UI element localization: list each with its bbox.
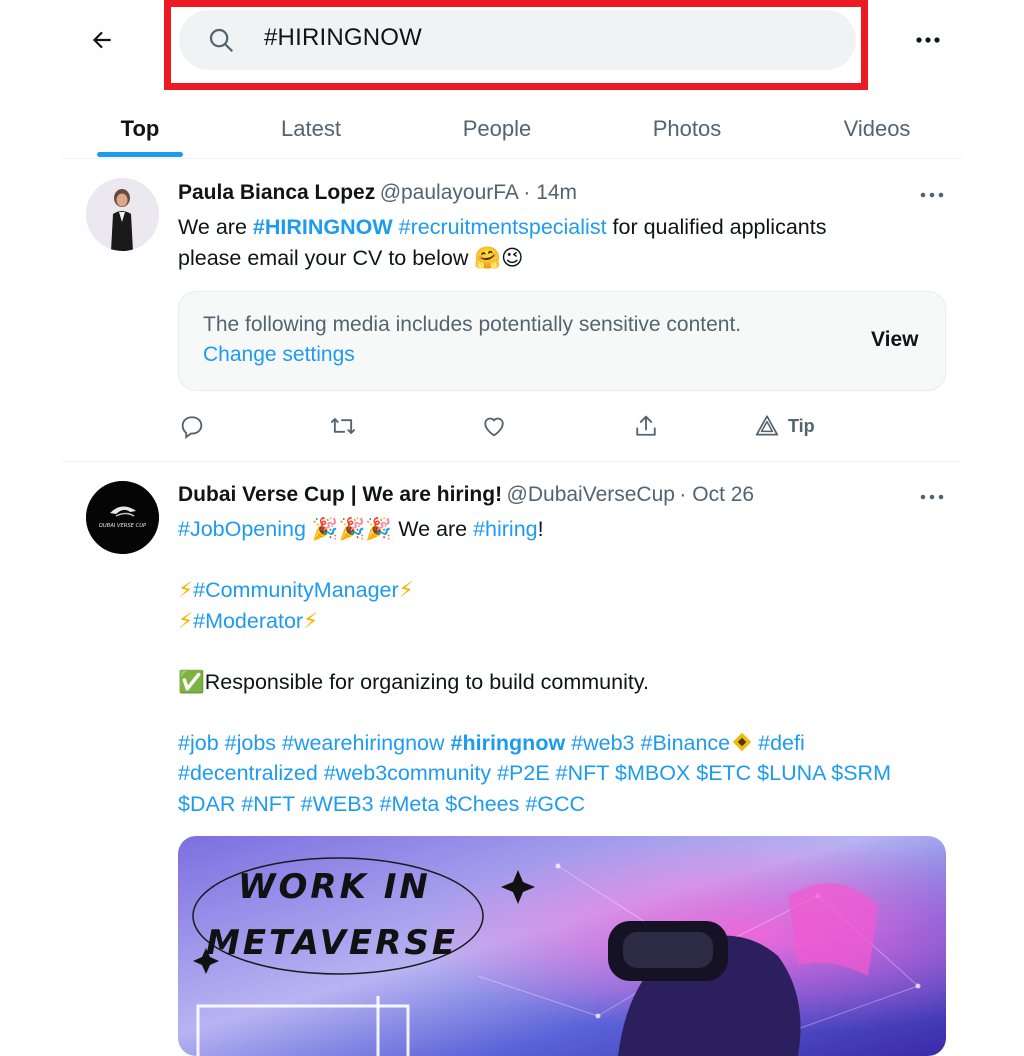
hashtag-link[interactable]: #hiring (473, 517, 538, 541)
search-highlight-box (164, 0, 868, 90)
back-arrow-icon[interactable] (82, 20, 122, 60)
hashtag-links[interactable]: $DAR #NFT #WEB3 #Meta $Chees #GCC (178, 789, 958, 820)
media-title-line2: METAVERSE (206, 923, 458, 963)
sensitive-media-card (178, 291, 946, 391)
hashtag-links[interactable]: #web3 #Binance (565, 731, 730, 755)
binance-icon (732, 730, 752, 751)
like-icon[interactable] (480, 410, 508, 442)
hashtag-link[interactable]: #JobOpening (178, 517, 306, 541)
author-name[interactable]: Paula Bianca Lopez (178, 181, 375, 204)
lightning-icon: ⚡ (398, 578, 414, 602)
tweet-media-image[interactable]: WORK IN METAVERSE (178, 836, 946, 1056)
tab-people[interactable]: People (448, 100, 546, 158)
author-handle[interactable]: @DubaiVerseCup (507, 483, 675, 506)
hashtag-links[interactable]: #decentralized #web3community #P2E #NFT … (178, 758, 958, 789)
tip-icon (755, 415, 779, 436)
tab-top[interactable]: Top (97, 100, 183, 158)
tip-button[interactable]: Tip (754, 410, 815, 442)
tweet-more-icon[interactable] (914, 485, 950, 509)
tweet-text: #JobOpening 🎉🎉🎉 We are #hiring! ⚡#Commun… (178, 514, 958, 819)
tweet-time[interactable]: · 14m (523, 181, 577, 204)
hashtag-link[interactable]: #recruitmentspecialist (399, 215, 607, 239)
more-options-icon[interactable] (908, 20, 948, 60)
avatar[interactable] (86, 178, 159, 251)
hashtag-link[interactable]: #Moderator (193, 609, 303, 633)
avatar-text: DUBAI VERSE CUP (99, 523, 147, 529)
hashtag-links[interactable]: #job #jobs #wearehiringnow (178, 731, 451, 755)
author-handle[interactable]: @paulayourFA (380, 181, 519, 204)
avatar[interactable]: DUBAI VERSE CUP (86, 481, 159, 554)
retweet-icon[interactable] (328, 410, 358, 442)
change-settings-link[interactable]: Change settings (203, 343, 355, 367)
view-button[interactable]: View (871, 328, 918, 352)
check-icon: ✅ (178, 669, 205, 694)
sensitive-notice: The following media includes potentially… (203, 313, 742, 336)
divider (62, 158, 962, 159)
hashtag-link[interactable]: #hiringnow (451, 731, 566, 755)
hashtag-link[interactable]: #CommunityManager (193, 578, 399, 602)
media-title-line1: WORK IN (238, 867, 431, 907)
lightning-icon: ⚡ (303, 608, 319, 633)
lightning-icon: ⚡ (178, 578, 194, 602)
reply-icon[interactable] (178, 410, 206, 442)
divider (62, 461, 962, 462)
tweet-more-icon[interactable] (914, 183, 950, 207)
tab-latest[interactable]: Latest (262, 100, 360, 158)
author-name[interactable]: Dubai Verse Cup | We are hiring! (178, 483, 502, 506)
tab-photos[interactable]: Photos (636, 100, 738, 158)
tweet-text: We are #HIRINGNOW #recruitmentspecialist… (178, 215, 827, 270)
active-tab-indicator (97, 152, 183, 157)
hashtag-link[interactable]: #defi (752, 731, 805, 755)
lightning-icon: ⚡ (178, 608, 194, 633)
tab-videos[interactable]: Videos (826, 100, 928, 158)
share-icon[interactable] (632, 410, 660, 442)
tweet-time[interactable]: · Oct 26 (679, 483, 754, 506)
hashtag-link[interactable]: #HIRINGNOW (253, 215, 393, 239)
